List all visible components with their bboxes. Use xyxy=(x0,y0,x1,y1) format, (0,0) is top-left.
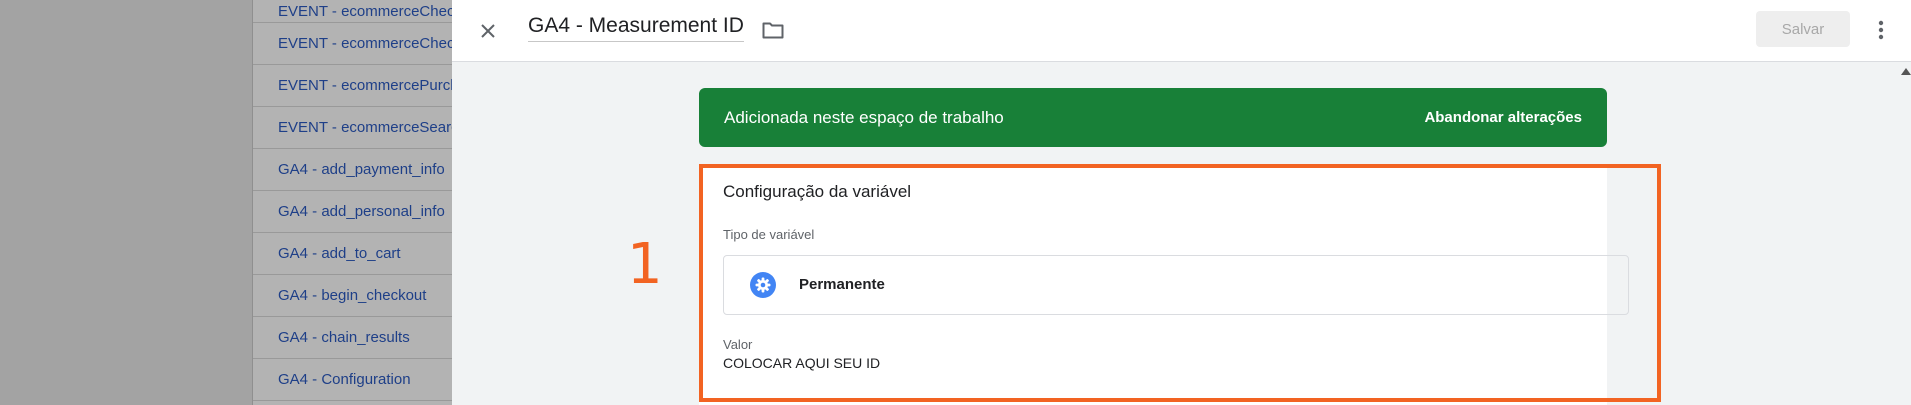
value-label: Valor xyxy=(723,337,753,352)
card-title: Configuração da variável xyxy=(723,182,912,201)
variable-type-selector[interactable]: Permanente xyxy=(723,255,1629,315)
discard-changes-link[interactable]: Abandonar alterações xyxy=(1424,109,1582,126)
variable-list: EVENT - ecommerceCheck EVENT - ecommerce… xyxy=(252,0,460,405)
gear-icon xyxy=(750,272,776,298)
workspace-status-banner: Adicionada neste espaço de trabalho Aban… xyxy=(699,88,1607,147)
scroll-up-arrow[interactable] xyxy=(1901,68,1911,75)
close-button[interactable] xyxy=(472,15,504,47)
variable-type-label: Tipo de variável xyxy=(723,227,815,242)
banner-message: Adicionada neste espaço de trabalho xyxy=(724,107,1004,127)
list-item[interactable]: EVENT - ecommerceSearc xyxy=(253,107,460,149)
value-text[interactable]: COLOCAR AQUI SEU ID xyxy=(723,355,880,371)
background-overlay: EVENT - ecommerceCheck EVENT - ecommerce… xyxy=(0,0,460,405)
more-options-button[interactable] xyxy=(1866,14,1896,46)
list-item[interactable]: GA4 - add_to_cart xyxy=(253,233,460,275)
variable-editor-panel: GA4 - Measurement ID Salvar Adicionada n… xyxy=(452,0,1911,405)
folder-button[interactable] xyxy=(758,16,788,44)
scrollbar[interactable] xyxy=(1901,62,1911,405)
variable-type-name: Permanente xyxy=(799,276,885,293)
variable-configuration-card: Configuração da variável Tipo de variáve… xyxy=(699,165,1629,405)
list-item[interactable]: GA4 - add_personal_info xyxy=(253,191,460,233)
close-icon xyxy=(481,24,495,38)
save-button[interactable]: Salvar xyxy=(1756,11,1850,47)
list-item[interactable]: EVENT - ecommerceCheck xyxy=(253,0,460,23)
list-item[interactable]: EVENT - ecommerceCheck xyxy=(253,23,460,65)
list-item[interactable]: GA4 - add_payment_info xyxy=(253,149,460,191)
list-item[interactable]: GA4 - Configuration xyxy=(253,359,460,401)
list-item[interactable]: GA4 - begin_checkout xyxy=(253,275,460,317)
annotation-number: 1 xyxy=(627,232,663,297)
list-item[interactable]: EVENT - ecommercePurch xyxy=(253,65,460,107)
page-title[interactable]: GA4 - Measurement ID xyxy=(528,14,744,42)
more-vert-icon xyxy=(1878,20,1884,40)
panel-header: GA4 - Measurement ID Salvar xyxy=(452,0,1911,62)
list-item[interactable]: GA4 - chain_results xyxy=(253,317,460,359)
folder-icon xyxy=(762,22,784,39)
